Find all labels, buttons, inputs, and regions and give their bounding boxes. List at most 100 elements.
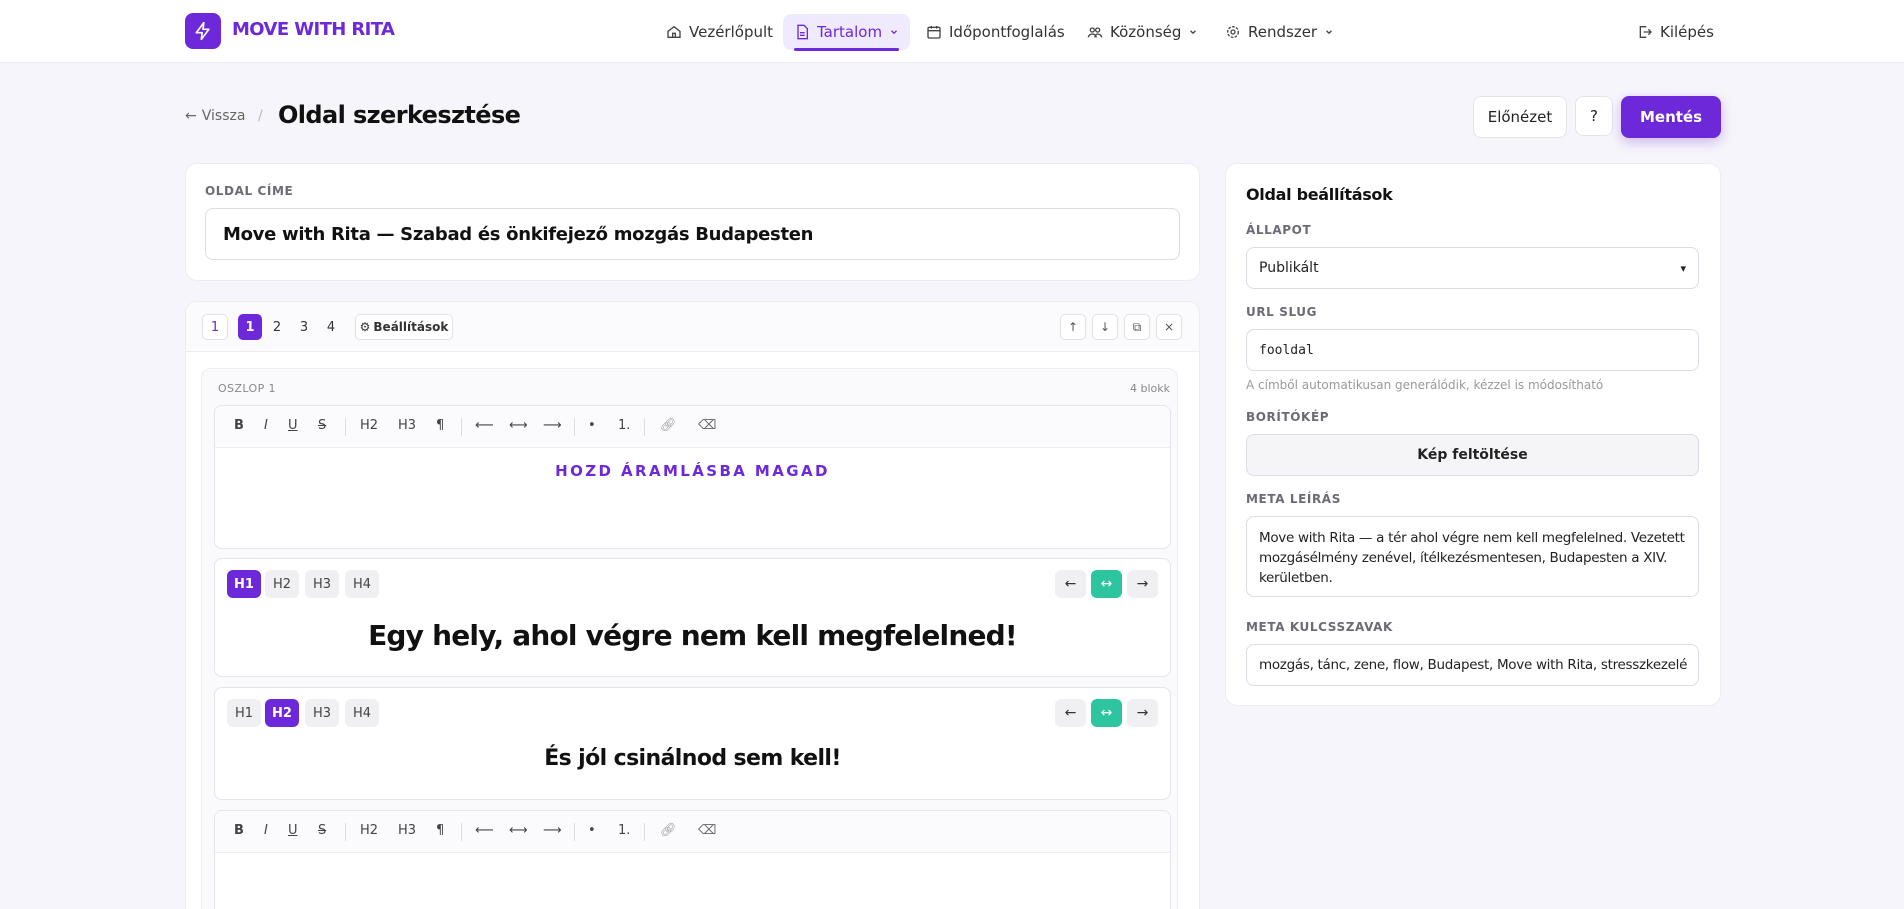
paragraph-button[interactable]: ¶ <box>436 418 444 433</box>
heading-text[interactable]: Egy hely, ahol végre nem kell megfelelne… <box>215 619 1170 652</box>
nav-item-tartalom[interactable]: Tartalom <box>783 14 911 51</box>
block-count: 4 blokk <box>1130 382 1171 395</box>
strike-button[interactable]: S <box>318 823 326 838</box>
back-link[interactable]: ← Vissza <box>185 108 245 124</box>
breadcrumb-separator: / <box>258 108 263 124</box>
chevron-down-icon <box>1190 30 1197 35</box>
heading-h3-button[interactable]: H3 <box>305 570 339 598</box>
copy-icon: ⧉ <box>1132 319 1142 334</box>
heading-block[interactable]: H1 H2 H3 H4 ← ↔ → Egy hely, ahol végre n… <box>214 558 1171 677</box>
underline-button[interactable]: U <box>288 418 298 433</box>
align-left-button[interactable]: ⟵ <box>475 418 494 433</box>
rich-text-toolbar: B I U S H2 H3 ¶ ⟵ ⟷ ⟶ • 1. 🔗︎ ⌫ <box>215 406 1170 448</box>
home-icon <box>667 25 681 38</box>
column-tab-4[interactable]: 4 <box>318 314 344 340</box>
h3-button[interactable]: H3 <box>398 823 416 838</box>
clear-format-icon[interactable]: ⌫ <box>698 823 716 838</box>
rich-text-block[interactable]: B I U S H2 H3 ¶ ⟵ ⟷ ⟶ • 1. 🔗︎ ⌫ HOZD ÁRA… <box>214 405 1171 549</box>
heading-h4-button[interactable]: H4 <box>345 699 379 727</box>
align-left-button[interactable]: ← <box>1055 699 1086 727</box>
meta-keywords-input[interactable]: mozgás, tánc, zene, flow, Budapest, Move… <box>1246 644 1699 686</box>
nav-item-vezerlopult[interactable]: Vezérlőpult <box>655 14 784 50</box>
align-left-button[interactable]: ← <box>1055 570 1086 598</box>
close-icon: × <box>1163 320 1175 334</box>
align-center-button[interactable]: ↔ <box>1091 570 1122 598</box>
column-count-pill[interactable]: 1 <box>202 314 228 340</box>
heading-h1-button[interactable]: H1 <box>227 699 261 727</box>
align-right-button[interactable]: → <box>1127 570 1158 598</box>
align-left-button[interactable]: ⟵ <box>475 823 494 838</box>
nav-label: Tartalom <box>817 23 883 41</box>
heading-h2-button[interactable]: H2 <box>265 699 299 727</box>
preview-button[interactable]: Előnézet <box>1473 96 1567 138</box>
move-up-button[interactable]: ↑ <box>1060 314 1086 340</box>
arrows-horizontal-icon: ↔ <box>1100 576 1113 592</box>
document-icon <box>797 24 808 40</box>
heading-h1-button[interactable]: H1 <box>227 570 261 598</box>
strike-button[interactable]: S <box>318 418 326 433</box>
delete-button[interactable]: × <box>1156 314 1182 340</box>
back-label: Vissza <box>201 108 246 124</box>
meta-description-input[interactable]: Move with Rita — a tér ahol végre nem ke… <box>1246 516 1699 597</box>
upload-image-button[interactable]: Kép feltöltése <box>1246 434 1699 476</box>
h2-button[interactable]: H2 <box>360 823 378 838</box>
column-label: OSZLOP 1 <box>218 382 276 395</box>
logout-button[interactable]: Kilépés <box>1626 14 1725 50</box>
save-button[interactable]: Mentés <box>1621 96 1721 138</box>
column-tab-2[interactable]: 2 <box>264 314 290 340</box>
nav-label: Közönség <box>1110 23 1182 41</box>
bold-button[interactable]: B <box>234 823 244 838</box>
settings-button[interactable]: ⚙ Beállítások <box>355 314 453 340</box>
rich-text-block[interactable]: B I U S H2 H3 ¶ ⟵ ⟷ ⟶ • 1. 🔗︎ ⌫ <box>214 810 1171 909</box>
status-select[interactable]: Publikált ▾ <box>1246 247 1699 289</box>
nav-item-rendszer[interactable]: Rendszer <box>1214 14 1345 50</box>
duplicate-button[interactable]: ⧉ <box>1124 314 1150 340</box>
h3-button[interactable]: H3 <box>398 418 416 433</box>
link-icon[interactable]: 🔗︎ <box>660 418 677 433</box>
logout-icon <box>1639 26 1652 38</box>
clear-format-icon[interactable]: ⌫ <box>698 418 716 433</box>
nav-label: Időpontfoglalás <box>949 23 1065 41</box>
align-right-button[interactable]: ⟶ <box>543 418 562 433</box>
slug-input[interactable]: fooldal <box>1246 329 1699 371</box>
align-right-button[interactable]: → <box>1127 699 1158 727</box>
arrow-left-icon: ← <box>185 108 197 124</box>
nav-label: Vezérlőpult <box>689 23 774 41</box>
nav-item-idopontfoglalas[interactable]: Időpontfoglalás <box>915 14 1076 50</box>
numbered-list-button[interactable]: 1. <box>618 418 630 433</box>
arrow-left-icon: ← <box>1064 705 1077 721</box>
page-title-input[interactable]: Move with Rita — Szabad és önkifejező mo… <box>205 208 1180 260</box>
align-center-button[interactable]: ⟷ <box>509 823 528 838</box>
bullet-list-button[interactable]: • <box>588 418 596 433</box>
bullet-list-button[interactable]: • <box>588 823 596 838</box>
heading-h2-button[interactable]: H2 <box>265 570 299 598</box>
italic-button[interactable]: I <box>264 418 268 433</box>
heading-text[interactable]: És jól csinálnod sem kell! <box>215 746 1170 771</box>
align-center-button[interactable]: ↔ <box>1091 699 1122 727</box>
numbered-list-button[interactable]: 1. <box>618 823 630 838</box>
help-button[interactable]: ? <box>1575 96 1613 136</box>
brand-name[interactable]: MOVE WITH RITA <box>232 19 395 40</box>
column-tab-1[interactable]: 1 <box>238 314 262 340</box>
chevron-down-icon: ▾ <box>1680 261 1686 275</box>
align-right-button[interactable]: ⟶ <box>543 823 562 838</box>
link-icon[interactable]: 🔗︎ <box>660 823 677 838</box>
heading-h3-button[interactable]: H3 <box>305 699 339 727</box>
h2-button[interactable]: H2 <box>360 418 378 433</box>
heading-h4-button[interactable]: H4 <box>345 570 379 598</box>
nav-item-kozonseg[interactable]: Közönség <box>1076 14 1209 50</box>
heading-block[interactable]: H1 H2 H3 H4 ← ↔ → És jól csinálnod sem k… <box>214 687 1171 800</box>
gear-icon <box>1227 26 1239 38</box>
align-center-button[interactable]: ⟷ <box>509 418 528 433</box>
bold-button[interactable]: B <box>234 418 244 433</box>
logo-bolt-icon[interactable] <box>185 13 221 49</box>
arrow-right-icon: → <box>1136 705 1149 721</box>
meta-keywords-label: META KULCSSZAVAK <box>1246 620 1393 634</box>
column-tab-3[interactable]: 3 <box>291 314 317 340</box>
block-text[interactable]: HOZD ÁRAMLÁSBA MAGAD <box>215 462 1170 480</box>
paragraph-button[interactable]: ¶ <box>436 823 444 838</box>
underline-button[interactable]: U <box>288 823 298 838</box>
italic-button[interactable]: I <box>264 823 268 838</box>
move-down-button[interactable]: ↓ <box>1092 314 1118 340</box>
arrow-down-icon: ↓ <box>1099 320 1111 334</box>
